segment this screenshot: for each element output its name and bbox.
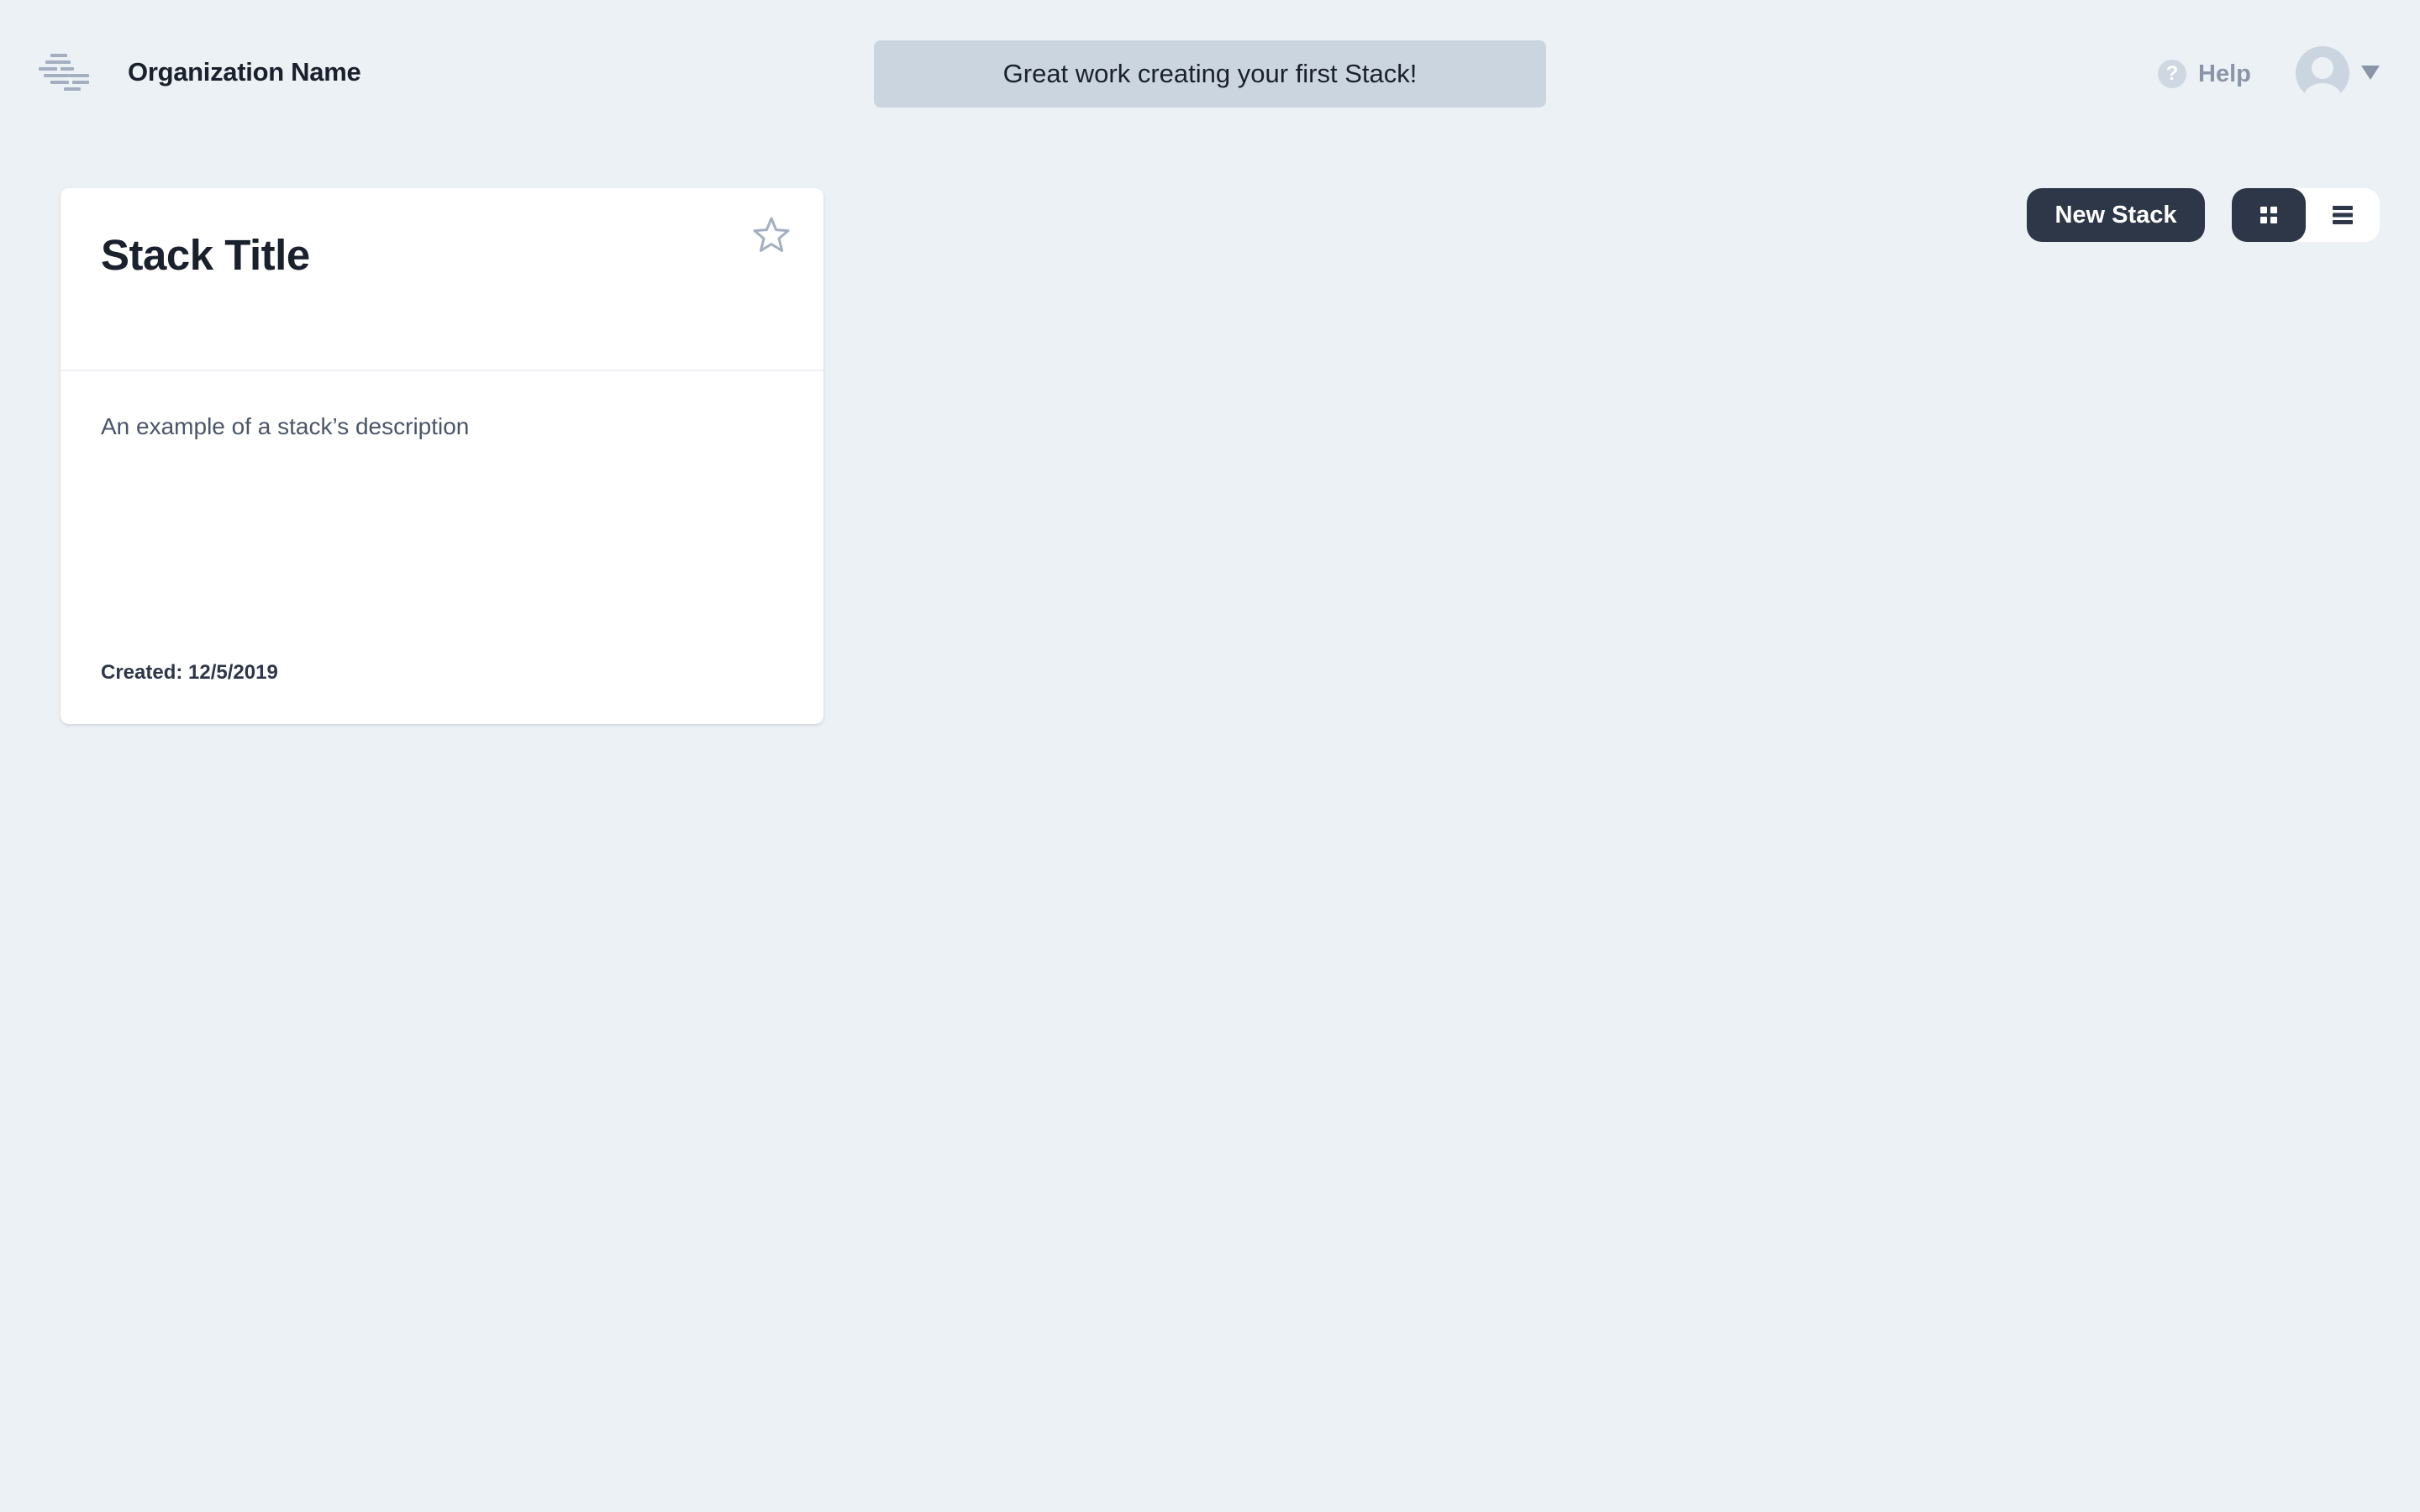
notice-banner: Great work creating your first Stack! xyxy=(874,40,1546,108)
stack-description: An example of a stack’s description xyxy=(101,413,470,439)
star-icon[interactable] xyxy=(751,215,792,255)
help-label: Help xyxy=(2198,60,2251,87)
logo-icon[interactable] xyxy=(39,52,96,94)
top-header: Organization Name Great work creating yo… xyxy=(0,0,2420,148)
grid-view-button[interactable] xyxy=(2232,188,2306,242)
user-silhouette-icon xyxy=(2304,57,2341,100)
help-icon: ? xyxy=(2158,60,2186,88)
stack-title[interactable]: Stack Title xyxy=(101,228,310,282)
notice-text: Great work creating your first Stack! xyxy=(1002,59,1418,88)
help-link[interactable]: ? Help xyxy=(2158,57,2251,91)
card-divider xyxy=(60,370,823,371)
list-view-button[interactable] xyxy=(2306,188,2380,242)
view-toggle xyxy=(2232,188,2380,242)
organization-name[interactable]: Organization Name xyxy=(128,55,361,89)
chevron-down-icon[interactable] xyxy=(2361,66,2380,80)
user-avatar[interactable] xyxy=(2296,46,2349,100)
stack-created-date: Created: 12/5/2019 xyxy=(101,661,278,684)
new-stack-button[interactable]: New Stack xyxy=(2027,188,2205,242)
grid-icon xyxy=(2260,207,2277,223)
list-icon xyxy=(2333,206,2353,224)
stack-card[interactable]: Stack Title An example of a stack’s desc… xyxy=(60,188,823,724)
